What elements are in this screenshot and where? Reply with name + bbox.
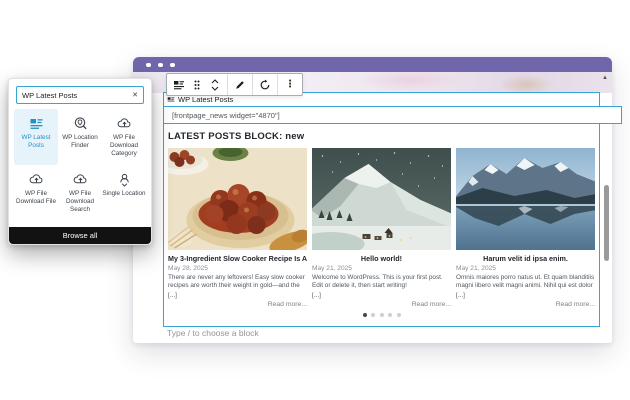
wp-latest-posts-block[interactable]: WP Latest Posts [frontpage_news widget="… bbox=[163, 92, 600, 327]
block-result-label: WP Location Finder bbox=[58, 134, 102, 150]
editor-window: ▲ bbox=[133, 57, 612, 343]
cloud-upload-icon bbox=[29, 172, 44, 187]
carousel-dot[interactable] bbox=[380, 313, 384, 317]
mountain-lake-photo bbox=[456, 148, 595, 250]
block-search-box: ✕ bbox=[16, 86, 144, 104]
post-title[interactable]: My 3-Ingredient Slow Cooker Recipe Is Al… bbox=[168, 254, 307, 263]
post-title[interactable]: Hello world! bbox=[312, 254, 451, 263]
scrollbar-thumb[interactable] bbox=[604, 185, 609, 261]
drag-handle[interactable] bbox=[188, 74, 206, 95]
page: ▲ bbox=[0, 0, 630, 400]
carousel-dot[interactable] bbox=[388, 313, 392, 317]
post-excerpt-ellipsis: [...] bbox=[312, 292, 451, 299]
block-result-label: WP File Download Category bbox=[102, 134, 146, 159]
block-preview: LATEST POSTS BLOCK: new bbox=[168, 129, 595, 324]
clear-search-icon[interactable]: ✕ bbox=[129, 91, 138, 99]
shortcode-field[interactable]: [frontpage_news widget="4870"] bbox=[163, 106, 622, 124]
post-card[interactable]: Harum velit id ipsa enim. May 21, 2025 O… bbox=[456, 148, 595, 308]
block-result-wp-location-finder[interactable]: WP Location Finder bbox=[58, 109, 102, 165]
window-dot bbox=[170, 63, 175, 68]
block-search-input[interactable] bbox=[22, 91, 129, 100]
drag-handle-icon bbox=[193, 79, 201, 91]
post-excerpt-ellipsis: [...] bbox=[168, 292, 307, 299]
read-more-link[interactable]: Read more... bbox=[312, 301, 451, 308]
person-pin-icon bbox=[117, 172, 132, 187]
carousel-dot[interactable] bbox=[363, 313, 367, 317]
block-mover[interactable] bbox=[206, 74, 224, 95]
edit-button[interactable] bbox=[231, 74, 249, 95]
sync-button[interactable] bbox=[256, 74, 274, 95]
block-result-label: Single Location bbox=[102, 190, 145, 198]
browse-all-button[interactable]: Browse all bbox=[9, 227, 151, 244]
cloud-upload-icon bbox=[73, 172, 88, 187]
move-up-down-icon bbox=[210, 78, 220, 92]
block-result-wp-latest-posts[interactable]: WP Latest Posts bbox=[14, 109, 58, 165]
block-result-wp-file-download-file[interactable]: WP File Download File bbox=[14, 165, 58, 221]
post-excerpt-ellipsis: [...] bbox=[456, 292, 595, 299]
block-results-grid: WP Latest Posts WP Location Finder WP Fi… bbox=[14, 109, 146, 221]
scrollbar-up-icon[interactable]: ▲ bbox=[602, 75, 608, 81]
carousel-dots bbox=[168, 313, 595, 317]
snowy-mountain-night-photo bbox=[312, 148, 451, 250]
post-excerpt: Welcome to WordPress. This is your first… bbox=[312, 274, 451, 291]
carousel-dot[interactable] bbox=[397, 313, 401, 317]
cloud-upload-icon bbox=[117, 116, 132, 131]
latest-posts-icon bbox=[29, 116, 44, 131]
carousel-dot[interactable] bbox=[371, 313, 375, 317]
pencil-icon bbox=[234, 79, 246, 91]
window-dot bbox=[158, 63, 163, 68]
options-menu-button[interactable]: ⋮ bbox=[281, 74, 299, 95]
block-result-label: WP Latest Posts bbox=[14, 134, 58, 150]
block-result-label: WP File Download File bbox=[14, 190, 58, 206]
latest-posts-icon bbox=[173, 79, 185, 91]
post-cards-row: My 3-Ingredient Slow Cooker Recipe Is Al… bbox=[168, 148, 595, 308]
post-excerpt: There are never any leftovers! Easy slow… bbox=[168, 274, 307, 291]
post-date: May 21, 2025 bbox=[312, 265, 451, 272]
block-inserter-popup: ✕ WP Latest Posts WP Locat bbox=[8, 78, 152, 245]
shortcode-value: [frontpage_news widget="4870"] bbox=[172, 111, 280, 120]
block-result-wp-file-download-category[interactable]: WP File Download Category bbox=[102, 109, 146, 165]
block-type-button[interactable] bbox=[170, 74, 188, 95]
post-card[interactable]: Hello world! May 21, 2025 Welcome to Wor… bbox=[312, 148, 451, 308]
post-excerpt: Omnis maiores porro natus ut. Et quam bl… bbox=[456, 274, 595, 291]
post-date: May 21, 2025 bbox=[456, 265, 595, 272]
block-result-single-location[interactable]: Single Location bbox=[102, 165, 146, 221]
window-dot bbox=[146, 63, 151, 68]
block-result-wp-file-download-search[interactable]: WP File Download Search bbox=[58, 165, 102, 221]
read-more-link[interactable]: Read more... bbox=[168, 301, 307, 308]
sync-icon bbox=[259, 79, 271, 91]
post-title[interactable]: Harum velit id ipsa enim. bbox=[456, 254, 595, 263]
meatballs-photo bbox=[168, 148, 307, 250]
block-toolbar: ⋮ bbox=[166, 73, 303, 96]
window-titlebar bbox=[133, 57, 612, 72]
block-label: WP Latest Posts bbox=[178, 95, 233, 104]
location-search-icon bbox=[73, 116, 88, 131]
block-result-label: WP File Download Search bbox=[58, 190, 102, 215]
read-more-link[interactable]: Read more... bbox=[456, 301, 595, 308]
posts-block-heading: LATEST POSTS BLOCK: new bbox=[168, 131, 595, 142]
post-date: May 28, 2025 bbox=[168, 265, 307, 272]
kebab-menu-icon: ⋮ bbox=[285, 79, 295, 90]
block-appender-placeholder[interactable]: Type / to choose a block bbox=[167, 328, 259, 338]
latest-posts-icon bbox=[167, 96, 175, 104]
post-card[interactable]: My 3-Ingredient Slow Cooker Recipe Is Al… bbox=[168, 148, 307, 308]
